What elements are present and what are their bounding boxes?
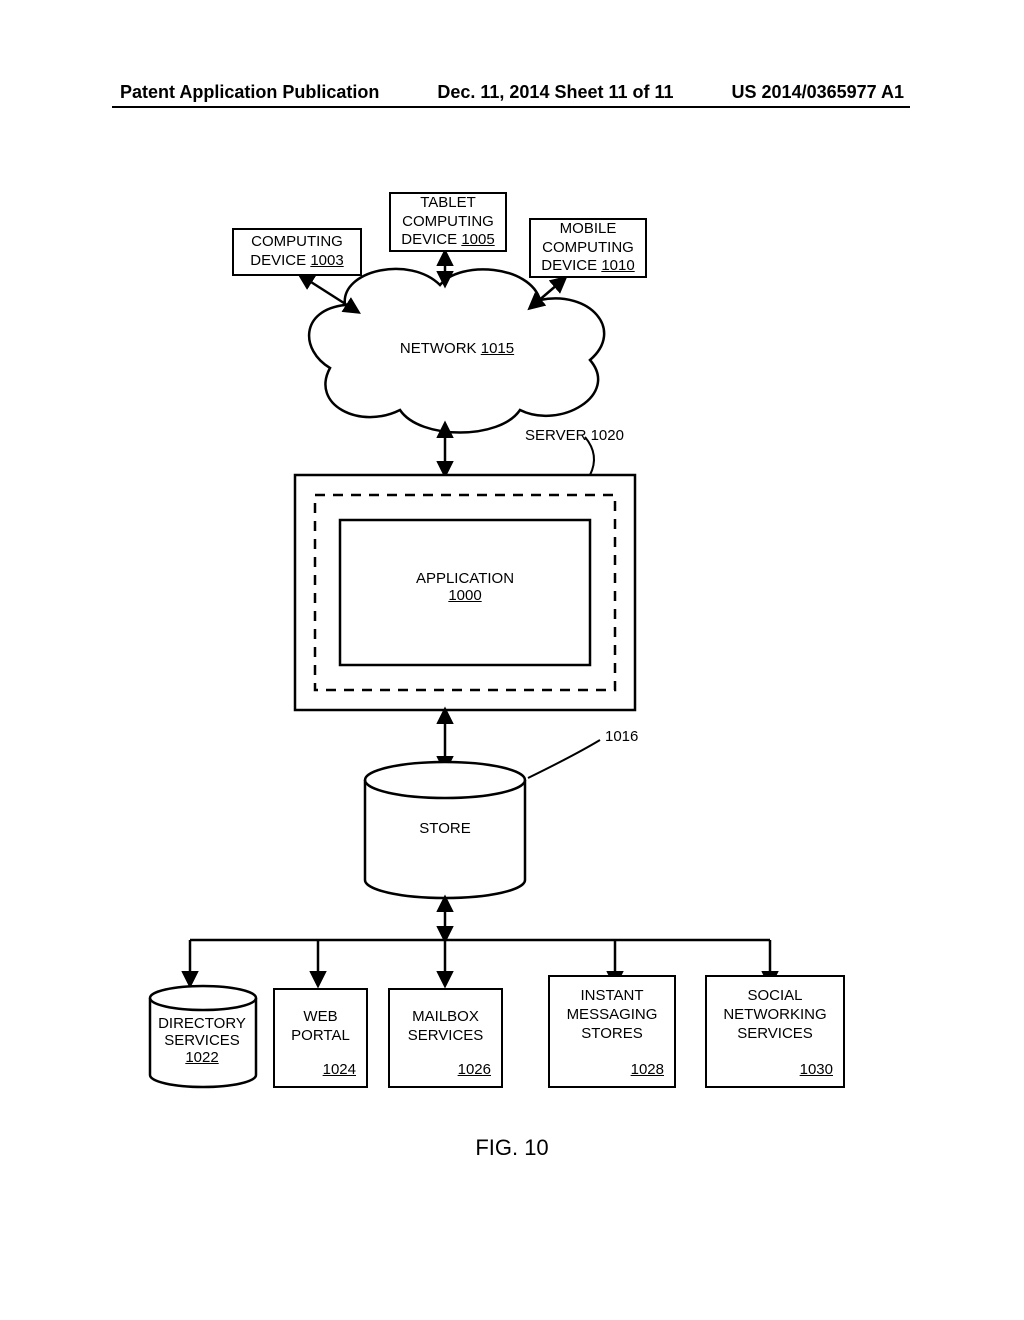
social-networking-label: SOCIAL NETWORKING SERVICES — [711, 987, 839, 1043]
web-portal-box: WEB PORTAL 1024 — [273, 988, 368, 1088]
computing-device-label: COMPUTING DEVICE 1003 — [234, 233, 360, 271]
mobile-device-box: MOBILE COMPUTING DEVICE 1010 — [529, 218, 647, 278]
tablet-device-box: TABLET COMPUTING DEVICE 1005 — [389, 192, 507, 252]
mailbox-services-ref: 1026 — [458, 1061, 491, 1080]
diagram-connectors — [0, 0, 1024, 1320]
im-stores-ref: 1028 — [631, 1061, 664, 1080]
server-label: SERVER 1020 — [525, 427, 675, 444]
mailbox-services-box: MAILBOX SERVICES 1026 — [388, 988, 503, 1088]
social-networking-box: SOCIAL NETWORKING SERVICES 1030 — [705, 975, 845, 1088]
application-label: APPLICATION1000 — [395, 570, 535, 604]
network-label: NETWORK 1015 — [392, 340, 522, 357]
web-portal-ref: 1024 — [323, 1061, 356, 1080]
mailbox-services-label: MAILBOX SERVICES — [394, 1008, 497, 1046]
store-label: STORE — [405, 820, 485, 837]
im-stores-box: INSTANT MESSAGING STORES 1028 — [548, 975, 676, 1088]
web-portal-label: WEB PORTAL — [279, 1008, 362, 1046]
im-stores-label: INSTANT MESSAGING STORES — [554, 987, 670, 1043]
tablet-device-label: TABLET COMPUTING DEVICE 1005 — [391, 194, 505, 250]
computing-device-box: COMPUTING DEVICE 1003 — [232, 228, 362, 276]
store-ref: 1016 — [605, 728, 665, 745]
mobile-device-label: MOBILE COMPUTING DEVICE 1010 — [531, 220, 645, 276]
directory-services-label: DIRECTORY SERVICES1022 — [152, 1015, 252, 1066]
figure-caption: FIG. 10 — [0, 1135, 1024, 1161]
social-networking-ref: 1030 — [800, 1061, 833, 1080]
